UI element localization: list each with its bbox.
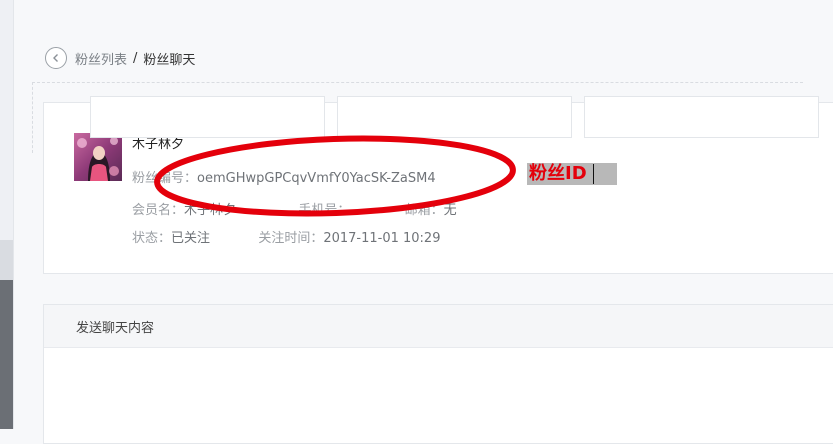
message-option-box[interactable] xyxy=(584,96,819,138)
status-value: 已关注 xyxy=(171,231,211,246)
sidebar-shade-dark xyxy=(0,280,13,429)
status-row: 状态：已关注 关注时间：2017-11-01 10:29 xyxy=(132,227,440,246)
fan-id-value: oemGHwpGPCqvVmfY0YacSK-ZaSM4 xyxy=(197,171,436,186)
message-option-box[interactable] xyxy=(337,96,572,138)
member-info-row: 会员名：木子林夕 手机号： 邮箱：无 xyxy=(132,199,457,218)
fan-id-label: 粉丝编号： xyxy=(132,171,198,186)
fan-id-row: 粉丝编号：oemGHwpGPCqvVmfY0YacSK-ZaSM4 xyxy=(132,167,436,186)
breadcrumb-separator: / xyxy=(133,50,138,66)
status-label: 状态： xyxy=(132,231,172,246)
chat-panel-header: 发送聊天内容 xyxy=(44,305,833,348)
follow-time-value: 2017-11-01 10:29 xyxy=(323,231,441,246)
message-option-box[interactable] xyxy=(90,96,325,138)
left-sidebar-strip xyxy=(0,0,14,429)
back-button[interactable] xyxy=(45,47,67,69)
breadcrumb-current: 粉丝聊天 xyxy=(143,52,196,68)
breadcrumb: 粉丝列表 / 粉丝聊天 xyxy=(45,45,195,71)
breadcrumb-parent-link[interactable]: 粉丝列表 xyxy=(75,49,127,68)
annotation-label: 粉丝ID xyxy=(527,163,617,185)
member-label: 会员名： xyxy=(132,203,185,218)
sidebar-shade xyxy=(0,240,13,280)
follow-time-label: 关注时间： xyxy=(258,231,324,246)
chat-panel: 发送聊天内容 xyxy=(43,304,833,444)
email-label: 邮箱： xyxy=(404,203,444,218)
member-value: 木子林夕 xyxy=(184,203,237,218)
email-value: 无 xyxy=(443,203,457,218)
chevron-left-icon xyxy=(53,54,58,62)
text-caret xyxy=(593,164,594,184)
phone-label: 手机号： xyxy=(298,203,351,218)
